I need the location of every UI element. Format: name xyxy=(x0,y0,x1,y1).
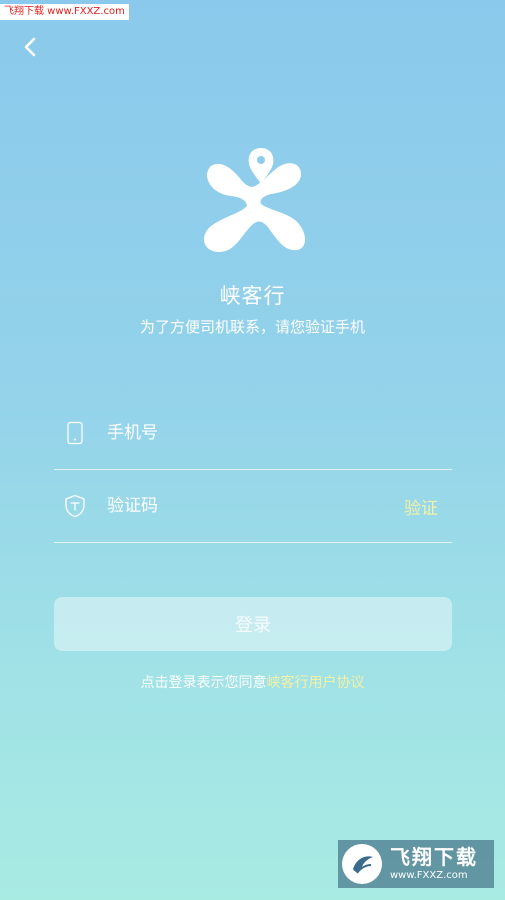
phone-field xyxy=(54,397,452,470)
watermark-name: 飞翔下载 xyxy=(390,845,478,869)
xia-logo-icon xyxy=(204,148,306,252)
watermark-url: www.FXXZ.com xyxy=(390,870,468,881)
app-name: 峡客行 xyxy=(219,284,286,308)
chevron-left-icon xyxy=(24,37,36,57)
back-button[interactable] xyxy=(14,32,46,62)
phone-icon xyxy=(56,421,94,445)
agreement-text: 点击登录表示您同意峡客行用户协议 xyxy=(0,672,505,692)
phone-input[interactable] xyxy=(107,418,452,448)
shield-icon xyxy=(56,494,94,518)
user-agreement-link[interactable]: 峡客行用户协议 xyxy=(267,675,365,691)
watermark-top: 飞翔下载 www.FXXZ.com xyxy=(0,4,129,20)
subtitle: 为了方便司机联系，请您验证手机 xyxy=(139,318,365,336)
verify-button[interactable]: 验证 xyxy=(404,494,438,519)
agreement-prefix: 点击登录表示您同意 xyxy=(140,675,267,691)
watermark-logo-icon xyxy=(342,844,382,884)
login-button[interactable]: 登录 xyxy=(54,597,452,651)
code-field: 验证 xyxy=(54,470,452,543)
watermark-bottom: 飞翔下载 www.FXXZ.com xyxy=(338,840,494,888)
code-input[interactable] xyxy=(107,491,404,521)
